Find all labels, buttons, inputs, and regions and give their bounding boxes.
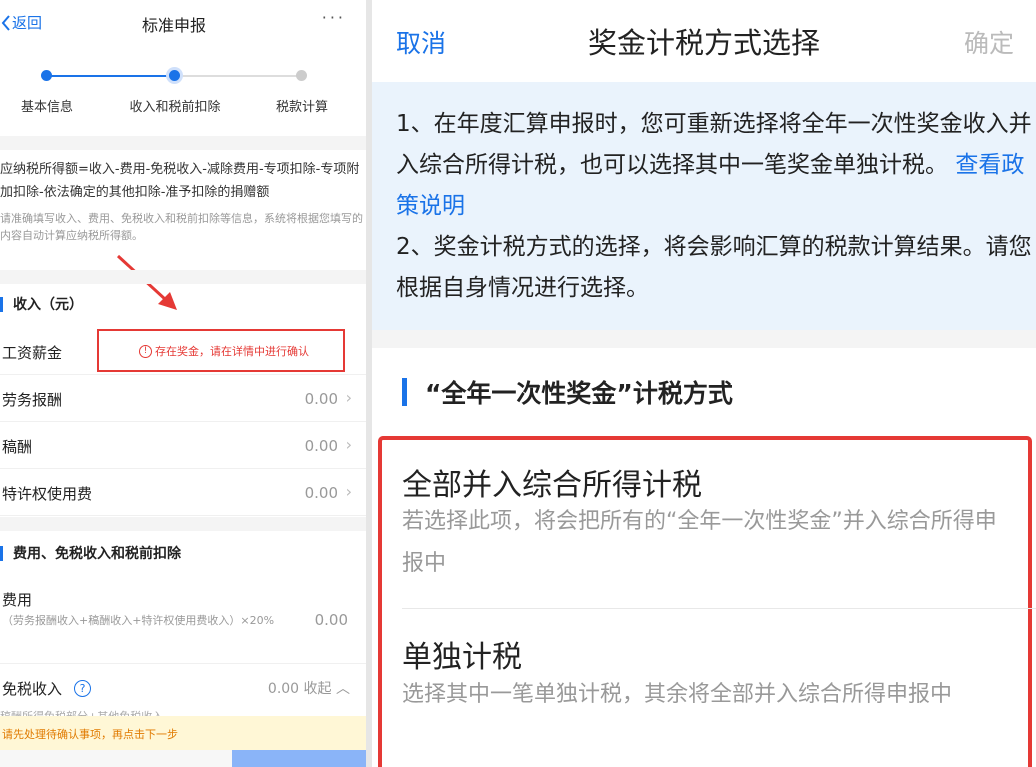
income-section-title: 收入（元） xyxy=(0,294,83,314)
section-gap xyxy=(0,270,366,284)
salary-warning-text: 存在奖金，请在详情中进行确认 xyxy=(155,345,309,358)
row-label: 劳务报酬 xyxy=(2,391,63,409)
section-gap xyxy=(372,330,1036,348)
help-icon[interactable]: ? xyxy=(74,680,92,697)
step-label-income: 收入和税前扣除 xyxy=(129,100,221,115)
row-value: 0.00 xyxy=(304,437,338,455)
hint-text: 请准确填写收入、费用、免税收入和税前扣除等信息，系统将根据您填写的内容自动计算应… xyxy=(0,212,363,242)
step-label-basic-info: 基本信息 xyxy=(20,100,73,115)
section-bar xyxy=(0,296,3,312)
income-section-label: 收入（元） xyxy=(13,297,83,313)
formula-text: 应纳税所得额=收入-费用-免税收入-减除费用-专项扣除-专项附加扣除-依法确定的… xyxy=(0,162,360,200)
section-gap xyxy=(0,517,366,531)
deduction-section-label: 费用、免税收入和税前扣除 xyxy=(13,546,181,562)
section-gap xyxy=(0,136,366,150)
tax-free-label: 免税收入 ? xyxy=(2,678,92,699)
notice-paragraph-2: 2、奖金计税方式的选择，将会影响汇算的税款计算结果。请您根据自身情况进行选择。 xyxy=(396,234,1032,301)
dialog-title: 奖金计税方式选择 xyxy=(587,26,820,60)
step-dot-basic-info xyxy=(41,70,52,81)
bonus-section-label: “全年一次性奖金”计税方式 xyxy=(425,379,733,408)
right-screen: 取消 奖金计税方式选择 确定 1、在年度汇算申报时，您可重新选择将全年一次性奖金… xyxy=(372,0,1036,767)
notice-paragraph-1: 1、在年度汇算申报时，您可重新选择将全年一次性奖金收入并入综合所得计税，也可以选… xyxy=(396,104,1036,227)
bonus-section-title: “全年一次性奖金”计税方式 xyxy=(402,374,733,410)
warning-bar-text: 请先处理待确认事项，再点击下一步 xyxy=(2,728,178,741)
divider xyxy=(0,663,366,664)
notice-text-1: 1、在年度汇算申报时，您可重新选择将全年一次性奖金收入并入综合所得计税，也可以选… xyxy=(396,111,1032,178)
option-separate-desc: 选择其中一笔单独计税，其余将全部并入综合所得申报中 xyxy=(402,682,953,707)
option-separate-title: 单独计税 xyxy=(402,640,522,675)
confirm-button[interactable]: 确定 xyxy=(964,24,1014,60)
tax-free-toggle[interactable]: 0.00 收起 ︿ xyxy=(268,678,350,698)
salary-warning-box[interactable]: ! 存在奖金，请在详情中进行确认 xyxy=(97,329,345,372)
fee-value: 0.00 xyxy=(314,611,348,629)
left-screen: 返回 标准申报 ··· 基本信息 收入和税前扣除 税款计算 应纳税所得额=收入-… xyxy=(0,0,366,767)
row-label: 工资薪金 xyxy=(2,344,63,362)
step-connector-done xyxy=(47,75,174,77)
section-bar xyxy=(0,545,3,561)
option-separator xyxy=(402,608,1036,609)
left-header: 返回 标准申报 ··· xyxy=(0,0,366,47)
row-label: 特许权使用费 xyxy=(2,485,93,503)
income-row-royalty[interactable]: 稿酬 0.00 › xyxy=(0,422,366,469)
option-merge-desc: 若选择此项，将会把所有的“全年一次性奖金”并入综合所得申报中 xyxy=(402,509,997,576)
tax-free-value: 0.00 收起 xyxy=(267,681,332,697)
section-bar xyxy=(402,378,407,406)
next-button[interactable] xyxy=(232,750,366,767)
page-title: 标准申报 xyxy=(141,16,206,35)
income-row-franchise[interactable]: 特许权使用费 0.00 › xyxy=(0,469,366,516)
option-merge-title: 全部并入综合所得计税 xyxy=(402,468,702,503)
tax-free-label-text: 免税收入 xyxy=(2,680,63,698)
row-label: 稿酬 xyxy=(2,438,33,456)
chevron-right-icon: › xyxy=(345,482,352,501)
fee-label: 费用 xyxy=(2,591,33,609)
income-row-labor[interactable]: 劳务报酬 0.00 › xyxy=(0,375,366,422)
step-dot-tax-calc xyxy=(296,70,307,81)
alert-icon: ! xyxy=(139,345,152,358)
right-header: 取消 奖金计税方式选择 确定 xyxy=(372,0,1036,82)
progress-steps: 基本信息 收入和税前扣除 税款计算 xyxy=(0,46,366,126)
step-connector-todo xyxy=(175,75,302,77)
step-dot-income xyxy=(169,70,180,81)
red-arrow-annotation xyxy=(116,254,177,310)
more-icon[interactable]: ··· xyxy=(322,8,346,27)
row-value: 0.00 xyxy=(304,390,338,408)
deduction-section-title: 费用、免税收入和税前扣除 xyxy=(0,543,181,563)
step-label-tax-calc: 税款计算 xyxy=(275,100,328,115)
chevron-up-icon: ︿ xyxy=(336,681,350,697)
row-value: 0.00 xyxy=(304,484,338,502)
chevron-right-icon: › xyxy=(345,388,352,407)
chevron-right-icon: › xyxy=(345,435,352,454)
warning-bar: 请先处理待确认事项，再点击下一步 xyxy=(0,716,366,750)
fee-subtext: （劳务报酬收入+稿酬收入+特许权使用费收入）×20% xyxy=(2,614,275,627)
notice-panel: 1、在年度汇算申报时，您可重新选择将全年一次性奖金收入并入综合所得计税，也可以选… xyxy=(372,82,1036,330)
